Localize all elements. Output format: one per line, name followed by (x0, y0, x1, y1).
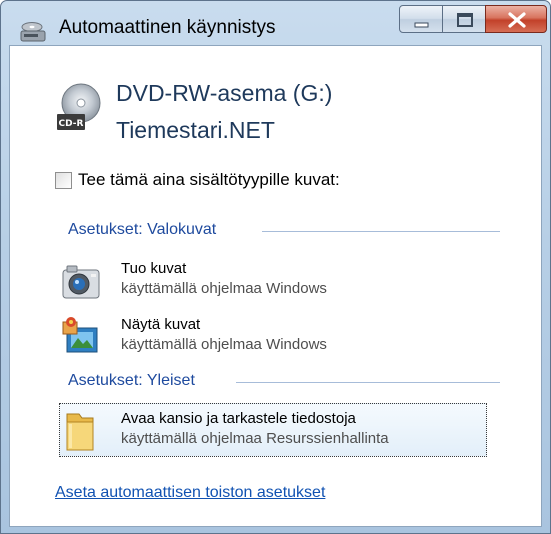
section-heading-photos: Asetukset: Valokuvat (68, 221, 217, 238)
section-divider (262, 231, 500, 232)
option-open-folder[interactable]: Avaa kansio ja tarkastele tiedostoja käy… (59, 403, 487, 457)
folder-icon (63, 410, 105, 454)
section-divider (236, 382, 500, 383)
always-do-this-label[interactable]: Tee tämä aina sisältötyypille kuvat: (78, 170, 340, 190)
title-bar[interactable]: Automaattinen käynnistys (1, 1, 550, 45)
option-title: Tuo kuvat (121, 260, 187, 277)
always-do-this-checkbox[interactable] (55, 172, 72, 189)
set-autoplay-defaults-link[interactable]: Aseta automaattisen toiston asetukset (55, 484, 325, 502)
close-icon (508, 12, 526, 28)
dialog-content: CD-R DVD-RW-asema (G:) Tiemestari.NET Te… (9, 45, 542, 527)
option-title: Avaa kansio ja tarkastele tiedostoja (121, 410, 356, 427)
camera-icon (61, 262, 103, 302)
section-heading-general: Asetukset: Yleiset (68, 372, 195, 389)
cd-r-disc-icon: CD-R (54, 82, 106, 134)
cd-r-badge-label: CD-R (59, 119, 84, 129)
maximize-button[interactable] (442, 5, 486, 33)
window-title: Automaattinen käynnistys (59, 17, 276, 38)
photo-gallery-icon (61, 316, 103, 356)
close-button[interactable] (485, 5, 547, 33)
option-subtitle: käyttämällä ohjelmaa Windows (121, 336, 327, 353)
drive-name: DVD-RW-asema (G:) (116, 80, 333, 106)
option-import-pictures[interactable]: Tuo kuvat käyttämällä ohjelmaa Windows (59, 256, 487, 308)
disc-name: Tiemestari.NET (116, 117, 275, 143)
option-view-pictures[interactable]: Näytä kuvat käyttämällä ohjelmaa Windows (59, 310, 487, 362)
minimize-button[interactable] (399, 5, 443, 33)
minimize-icon (414, 22, 429, 28)
autoplay-window: Automaattinen käynnistys CD-R DVD-RW-ase… (0, 0, 551, 534)
option-subtitle: käyttämällä ohjelmaa Resurssienhallinta (121, 430, 389, 447)
autoplay-icon (19, 21, 47, 43)
option-subtitle: käyttämällä ohjelmaa Windows (121, 280, 327, 297)
option-title: Näytä kuvat (121, 316, 201, 333)
